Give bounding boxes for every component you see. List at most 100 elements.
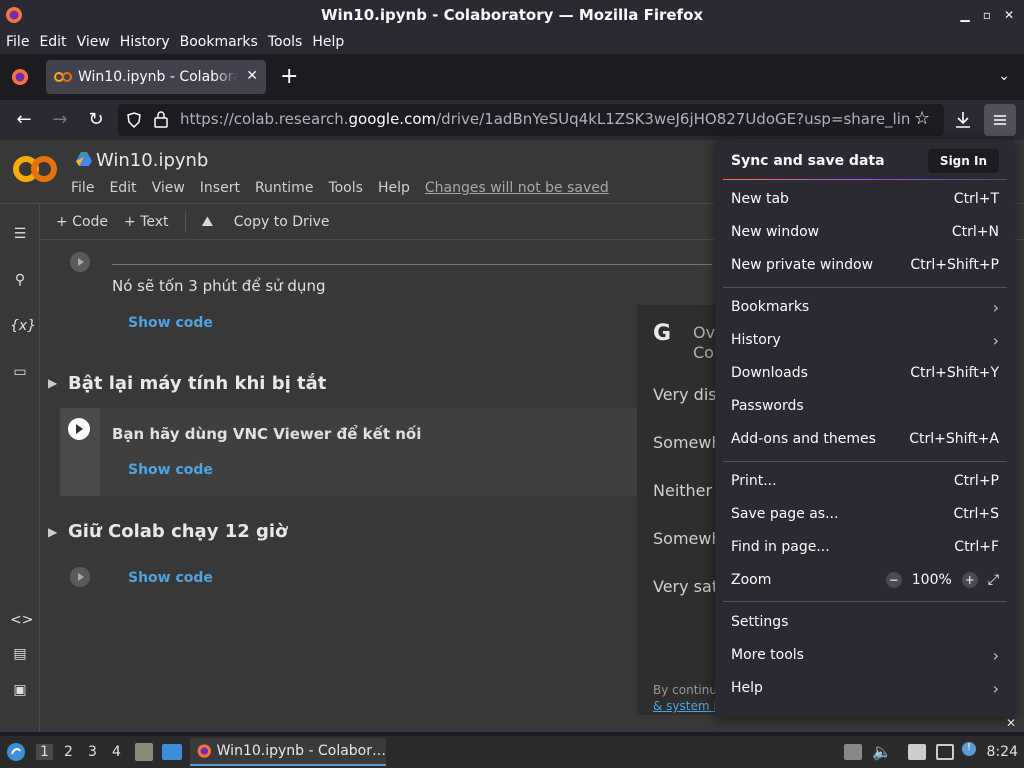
fullscreen-icon[interactable]: ⤢: [988, 572, 999, 588]
url-text[interactable]: https://colab.research.google.com/drive/…: [180, 110, 910, 128]
files-folder-icon[interactable]: ▭: [10, 364, 30, 384]
menu-item-print[interactable]: Print... Ctrl+P: [731, 467, 999, 495]
nb-menu-file[interactable]: File: [71, 180, 94, 196]
menu-item-help[interactable]: Help ›: [731, 674, 999, 702]
command-palette-icon[interactable]: ▤: [10, 646, 30, 666]
sign-in-button[interactable]: Sign In: [927, 149, 999, 173]
menu-tools[interactable]: Tools: [268, 34, 303, 50]
menu-item-addons[interactable]: Add-ons and themes Ctrl+Shift+A: [731, 425, 999, 453]
show-code-link[interactable]: Show code: [128, 570, 213, 586]
menu-item-history[interactable]: History ›: [731, 326, 999, 354]
zoom-out-button[interactable]: −: [885, 572, 902, 588]
menu-item-new-tab[interactable]: New tab Ctrl+T: [731, 185, 999, 213]
nb-menu-help[interactable]: Help: [378, 180, 410, 196]
firefox-view-icon[interactable]: [10, 67, 30, 87]
menu-view[interactable]: View: [77, 34, 110, 50]
tab-colab[interactable]: Win10.ipynb - Colaboratory ✕: [46, 60, 266, 94]
clock: 8:24: [986, 744, 1018, 760]
code-cell[interactable]: [60, 408, 640, 496]
url-bar[interactable]: https://colab.research.google.com/drive/…: [118, 104, 944, 136]
menu-item-new-private-window[interactable]: New private window Ctrl+Shift+P: [731, 251, 999, 279]
downloads-icon[interactable]: [954, 110, 972, 130]
reload-button[interactable]: ↻: [84, 108, 108, 132]
survey-option[interactable]: Very sati: [653, 577, 723, 596]
menu-edit[interactable]: Edit: [39, 34, 66, 50]
collapse-section-icon[interactable]: ▶: [48, 525, 57, 539]
workspace-4[interactable]: 4: [112, 744, 121, 760]
hamburger-icon: [994, 115, 1006, 125]
code-snippets-icon[interactable]: <>: [10, 612, 33, 632]
table-of-contents-icon[interactable]: ☰: [10, 226, 30, 246]
show-code-link[interactable]: Show code: [128, 462, 213, 478]
workspace-1[interactable]: 1: [36, 744, 53, 760]
menu-help[interactable]: Help: [312, 34, 344, 50]
nb-menu-runtime[interactable]: Runtime: [255, 180, 313, 196]
survey-footer: By continui: [653, 683, 721, 697]
list-all-tabs-icon[interactable]: ⌄: [998, 68, 1010, 84]
run-cell-button[interactable]: [68, 418, 90, 440]
variables-icon[interactable]: {x}: [10, 318, 36, 338]
clipboard-icon[interactable]: [908, 744, 926, 760]
menu-history[interactable]: History: [120, 34, 170, 50]
workspace-3[interactable]: 3: [88, 744, 97, 760]
menu-item-settings[interactable]: Settings: [731, 608, 999, 636]
menu-bar: File Edit View History Bookmarks Tools H…: [0, 30, 1024, 54]
survey-footer-link[interactable]: & system in: [653, 699, 724, 713]
close-window-button[interactable]: ✕: [1000, 6, 1018, 24]
notification-icon[interactable]: [844, 744, 862, 760]
close-notification-icon[interactable]: ✕: [1006, 716, 1016, 730]
add-text-button[interactable]: + Text: [124, 214, 169, 230]
menu-item-more-tools[interactable]: More tools ›: [731, 641, 999, 669]
nb-menu-tools[interactable]: Tools: [328, 180, 363, 196]
maximize-button[interactable]: ▫: [978, 6, 996, 24]
taskbar: 1 2 3 4 Win10.ipynb - Colabor… 🔈 ! 8:24: [0, 736, 1024, 768]
minimize-button[interactable]: ▁: [956, 6, 974, 24]
back-button[interactable]: ←: [12, 108, 36, 132]
section-heading: Giữ Colab chạy 12 giờ: [68, 521, 288, 542]
menu-item-save-page[interactable]: Save page as... Ctrl+S: [731, 500, 999, 528]
workspace-2[interactable]: 2: [64, 744, 73, 760]
shield-icon[interactable]: [126, 112, 142, 128]
file-manager-icon[interactable]: [135, 743, 153, 761]
close-tab-icon[interactable]: ✕: [246, 68, 258, 84]
survey-option[interactable]: Somewh: [653, 433, 722, 452]
colab-logo[interactable]: [12, 152, 58, 186]
app-menu-button[interactable]: [984, 104, 1016, 136]
show-desktop-icon[interactable]: [162, 744, 182, 760]
show-code-link[interactable]: Show code: [128, 315, 213, 331]
add-code-button[interactable]: + Code: [56, 214, 108, 230]
menu-item-passwords[interactable]: Passwords: [731, 392, 999, 420]
copy-to-drive-button[interactable]: ⛰ Copy to Drive: [202, 214, 330, 230]
menu-item-find-in-page[interactable]: Find in page... Ctrl+F: [731, 533, 999, 561]
menu-bookmarks[interactable]: Bookmarks: [180, 34, 258, 50]
run-cell-button[interactable]: [70, 252, 90, 272]
menu-item-downloads[interactable]: Downloads Ctrl+Shift+Y: [731, 359, 999, 387]
changes-warning-link[interactable]: Changes will not be saved: [425, 180, 609, 196]
bookmark-star-icon[interactable]: ☆: [914, 108, 930, 129]
run-cell-button[interactable]: [70, 567, 90, 587]
search-icon[interactable]: ⚲: [10, 272, 30, 292]
chevron-right-icon: ›: [992, 330, 999, 350]
nb-menu-view[interactable]: View: [152, 180, 185, 196]
info-icon[interactable]: !: [962, 742, 976, 756]
terminal-icon[interactable]: ▣: [10, 682, 30, 702]
zoom-level[interactable]: 100%: [912, 572, 952, 588]
nb-menu-edit[interactable]: Edit: [109, 180, 136, 196]
menu-item-bookmarks[interactable]: Bookmarks ›: [731, 293, 999, 321]
survey-option[interactable]: Somewh: [653, 529, 722, 548]
nb-menu-insert[interactable]: Insert: [200, 180, 240, 196]
network-icon[interactable]: [936, 744, 954, 760]
new-tab-button[interactable]: +: [280, 64, 298, 89]
zoom-in-button[interactable]: +: [961, 572, 978, 588]
volume-icon[interactable]: 🔈: [872, 742, 892, 761]
collapse-section-icon[interactable]: ▶: [48, 376, 57, 390]
lock-icon[interactable]: [154, 111, 168, 128]
notebook-title[interactable]: Win10.ipynb: [96, 150, 208, 171]
start-menu-icon[interactable]: [6, 742, 26, 762]
taskbar-firefox-window[interactable]: Win10.ipynb - Colabor…: [190, 738, 386, 766]
menu-item-new-window[interactable]: New window Ctrl+N: [731, 218, 999, 246]
forward-button[interactable]: →: [48, 108, 72, 132]
sync-row: Sync and save data Sign In: [731, 143, 999, 179]
navigation-bar: ← → ↻ https://colab.research.google.com/…: [0, 100, 1024, 140]
menu-file[interactable]: File: [6, 34, 29, 50]
